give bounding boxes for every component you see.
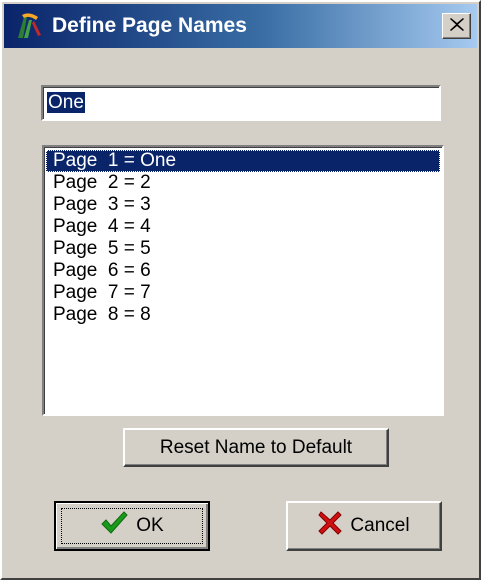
list-item[interactable]: Page 2 = 2 [46, 172, 440, 194]
list-item[interactable]: Page 7 = 7 [46, 282, 440, 304]
page-name-input[interactable]: One [41, 85, 441, 121]
list-item[interactable]: Page 6 = 6 [46, 260, 440, 282]
list-item[interactable]: Page 3 = 3 [46, 194, 440, 216]
define-page-names-dialog: Define Page Names One Page 1 = One Page … [0, 0, 481, 580]
reset-name-button[interactable]: Reset Name to Default [123, 428, 389, 467]
close-icon [449, 15, 464, 37]
list-item[interactable]: Page 8 = 8 [46, 304, 440, 326]
page-name-value: One [47, 92, 85, 113]
list-item[interactable]: Page 4 = 4 [46, 216, 440, 238]
reset-name-label: Reset Name to Default [159, 436, 353, 458]
window-title: Define Page Names [52, 14, 247, 37]
cancel-label: Cancel [350, 515, 410, 536]
x-mark-icon [318, 511, 350, 541]
title-bar[interactable]: Define Page Names [4, 4, 477, 48]
list-item[interactable]: Page 1 = One [46, 150, 440, 172]
cancel-button[interactable]: Cancel [286, 501, 442, 551]
list-item[interactable]: Page 5 = 5 [46, 238, 440, 260]
close-button[interactable] [442, 13, 471, 39]
page-list[interactable]: Page 1 = One Page 2 = 2 Page 3 = 3 Page … [42, 145, 444, 416]
focus-rectangle [61, 508, 203, 544]
ok-button[interactable]: OK [54, 501, 210, 551]
app-logo-icon [14, 11, 44, 41]
